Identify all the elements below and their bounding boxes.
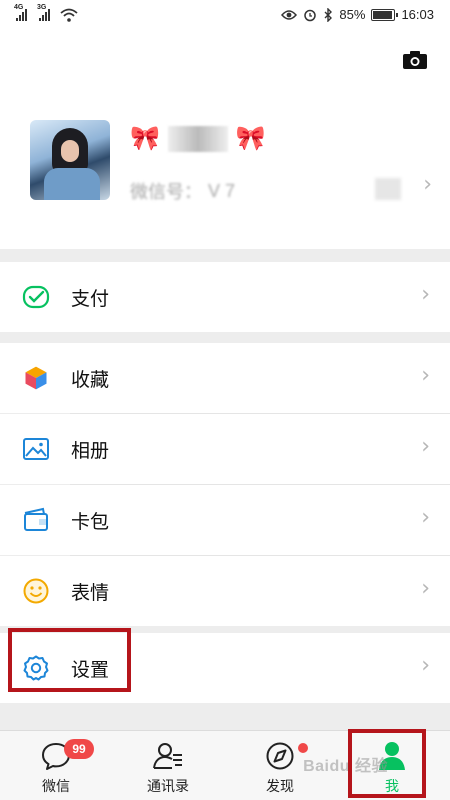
tab-chats[interactable]: 99 微信 bbox=[0, 731, 112, 800]
bow-emoji: 🎀 bbox=[130, 125, 160, 152]
wechat-id-label: 微信号： bbox=[130, 182, 202, 202]
menu-item-cards[interactable]: 卡包 › bbox=[0, 485, 450, 555]
unread-badge: 99 bbox=[64, 739, 94, 759]
camera-icon[interactable] bbox=[402, 50, 428, 70]
signal-group: 4G 3G bbox=[14, 4, 78, 22]
menu-item-label: 卡包 bbox=[71, 511, 110, 533]
wechat-id-value: V 7 bbox=[208, 180, 236, 201]
nickname-blurred bbox=[167, 125, 228, 152]
tab-label: 微信 bbox=[42, 778, 70, 794]
network-type-label: 4G bbox=[14, 4, 24, 11]
chevron-right-icon: › bbox=[421, 363, 430, 388]
card-wallet-icon bbox=[24, 507, 48, 531]
chevron-right-icon: › bbox=[421, 282, 430, 307]
qr-code-icon[interactable] bbox=[375, 178, 401, 200]
bow-emoji: 🎀 bbox=[235, 125, 266, 152]
tab-label: 发现 bbox=[266, 778, 294, 794]
menu-item-label: 支付 bbox=[71, 288, 110, 310]
annotation-box-settings bbox=[8, 628, 131, 692]
album-icon bbox=[23, 438, 49, 460]
contacts-icon bbox=[153, 743, 182, 769]
status-right: 85% 16:03 bbox=[281, 7, 434, 22]
network-type-label: 3G bbox=[37, 4, 47, 11]
menu-item-album[interactable]: 相册 › bbox=[0, 414, 450, 484]
avatar[interactable] bbox=[30, 120, 110, 200]
menu-item-favorites[interactable]: 收藏 › bbox=[0, 343, 450, 413]
profile-header[interactable]: 🎀 🎀 微信号： V 7 › bbox=[0, 32, 450, 249]
menu-item-label: 相册 bbox=[71, 440, 110, 462]
bluetooth-icon bbox=[324, 7, 333, 22]
menu-item-pay[interactable]: 支付 › bbox=[0, 262, 450, 332]
pay-icon bbox=[22, 285, 50, 309]
nickname: 🎀 🎀 bbox=[130, 124, 266, 153]
annotation-box-me-tab bbox=[348, 729, 426, 798]
favorites-cube-icon bbox=[24, 365, 48, 391]
menu-item-label: 表情 bbox=[71, 582, 110, 604]
status-bar: 4G 3G 85% 16:03 bbox=[0, 0, 450, 32]
wifi-icon bbox=[60, 8, 78, 22]
compass-icon bbox=[266, 742, 294, 770]
alarm-icon bbox=[304, 9, 317, 21]
signal-strength-icon: 4G bbox=[14, 4, 27, 21]
smiley-icon bbox=[23, 578, 49, 604]
wechat-id: 微信号： V 7 bbox=[130, 178, 235, 204]
menu-item-label: 收藏 bbox=[71, 369, 110, 391]
chevron-right-icon: › bbox=[421, 576, 430, 601]
chevron-right-icon: › bbox=[421, 434, 430, 459]
menu-item-stickers[interactable]: 表情 › bbox=[0, 556, 450, 626]
tab-label: 通讯录 bbox=[147, 778, 189, 794]
eye-comfort-icon bbox=[281, 9, 298, 20]
tab-contacts[interactable]: 通讯录 bbox=[112, 731, 224, 800]
chevron-right-icon: › bbox=[421, 653, 430, 678]
chevron-right-icon: › bbox=[421, 505, 430, 530]
battery-percent: 85% bbox=[339, 7, 366, 22]
clock-time: 16:03 bbox=[401, 7, 434, 22]
signal-strength-icon: 3G bbox=[37, 4, 50, 21]
chevron-right-icon: › bbox=[423, 172, 432, 197]
battery-icon bbox=[371, 8, 399, 21]
